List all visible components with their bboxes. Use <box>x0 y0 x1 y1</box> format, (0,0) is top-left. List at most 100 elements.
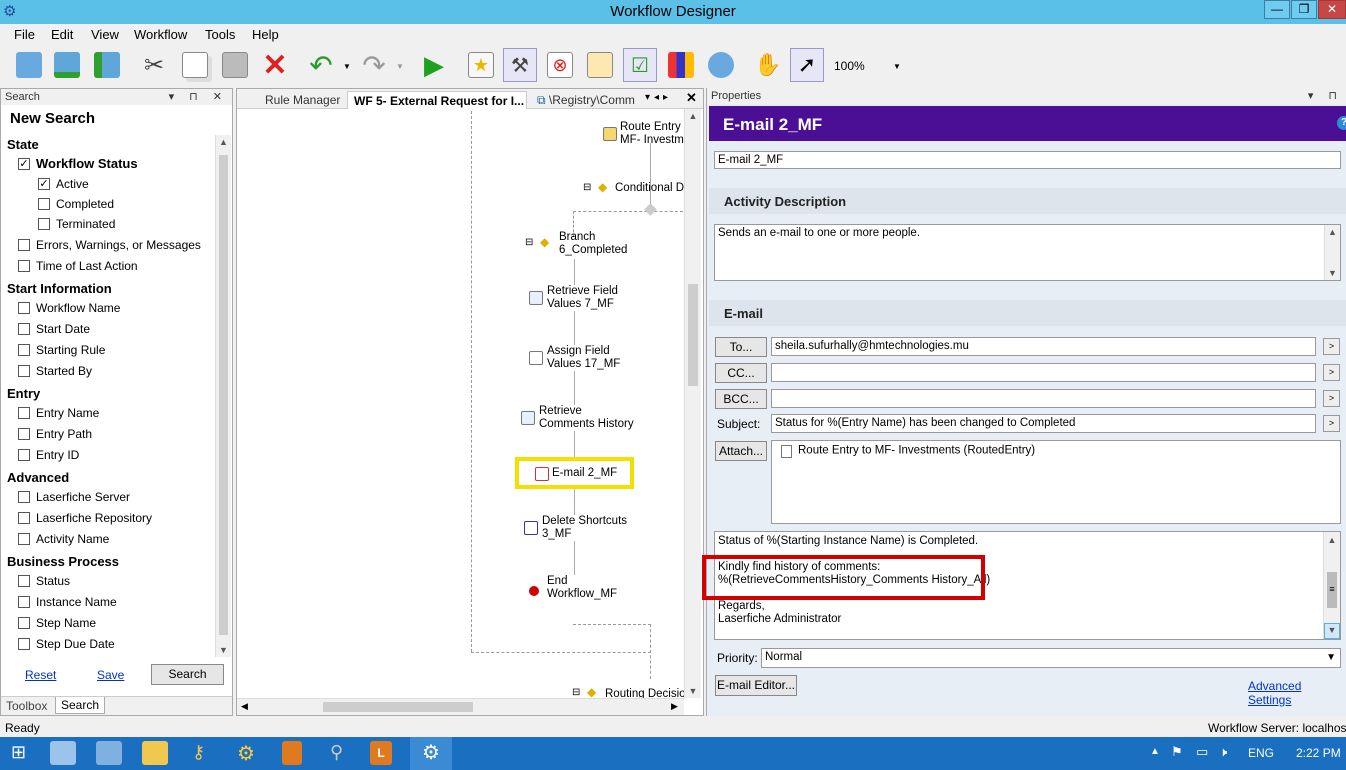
step-due-date-checkbox[interactable] <box>18 638 30 650</box>
chart-button[interactable] <box>664 48 698 82</box>
tab-wf5[interactable]: WF 5- External Request for I... <box>347 91 527 109</box>
menu-file[interactable]: File <box>14 27 35 42</box>
entry-path-checkbox[interactable] <box>18 428 30 440</box>
publish-button[interactable] <box>90 48 124 82</box>
email-editor-button[interactable]: E-mail Editor... <box>715 675 797 696</box>
new-workflow-button[interactable] <box>12 48 46 82</box>
tab-rule-manager[interactable]: Rule Manager <box>259 91 346 109</box>
activity-branch[interactable]: Branch 6_Completed <box>559 231 627 257</box>
windows-start-icon[interactable]: ⊞ <box>11 742 26 763</box>
redo-button[interactable]: ↷ <box>357 48 391 82</box>
redo-dropdown-icon[interactable]: ▼ <box>396 62 404 71</box>
to-field[interactable]: sheila.sufurhally@hmtechnologies.mu <box>771 337 1316 356</box>
entry-name-checkbox[interactable] <box>18 407 30 419</box>
menu-edit[interactable]: Edit <box>51 27 73 42</box>
attach-button[interactable]: Attach... <box>715 441 767 461</box>
pointer-button[interactable]: ➚ <box>790 48 824 82</box>
cc-expand-button[interactable]: > <box>1323 364 1340 381</box>
remote-desktop-icon[interactable] <box>96 741 122 765</box>
to-button[interactable]: To... <box>715 337 767 357</box>
bcc-button[interactable]: BCC... <box>715 389 767 409</box>
delete-button[interactable]: ✕ <box>258 48 292 82</box>
menu-workflow[interactable]: Workflow <box>134 27 187 42</box>
collapse-icon[interactable]: ⊟ <box>583 182 591 193</box>
step-name-checkbox[interactable] <box>18 617 30 629</box>
flag-icon[interactable]: ⚑ <box>1171 744 1183 760</box>
lf-server-checkbox[interactable] <box>18 491 30 503</box>
start-date-checkbox[interactable] <box>18 323 30 335</box>
undo-button[interactable]: ↶ <box>304 48 338 82</box>
scroll-up-icon[interactable]: ▲ <box>216 137 231 147</box>
scroll-up-icon[interactable]: ▲ <box>1325 227 1340 237</box>
scroll-down-icon[interactable]: ▼ <box>685 686 701 696</box>
body-scrollbar[interactable]: ▲ ≡ ▼ <box>1323 532 1340 639</box>
open-workflow-button[interactable] <box>50 48 84 82</box>
panel-controls[interactable]: ▾ ⊓ <box>1308 88 1343 104</box>
cc-field[interactable] <box>771 363 1316 382</box>
panel-controls[interactable]: ▾ ⊓ ✕ <box>169 89 228 105</box>
starting-rule-checkbox[interactable] <box>18 344 30 356</box>
find-button[interactable]: ★ <box>464 48 498 82</box>
menu-tools[interactable]: Tools <box>205 27 235 42</box>
designer-vscroll[interactable]: ▲ ▼ <box>684 109 701 698</box>
search-icon[interactable]: ⚲ <box>330 742 343 763</box>
entry-id-checkbox[interactable] <box>18 449 30 461</box>
volume-icon[interactable]: 🕨 <box>1219 744 1227 760</box>
collapse-icon[interactable]: ⊟ <box>572 687 580 698</box>
installer-icon[interactable] <box>282 741 302 765</box>
lf-repository-checkbox[interactable] <box>18 512 30 524</box>
minimize-button[interactable]: — <box>1264 0 1290 19</box>
attachments-box[interactable]: Route Entry to MF- Investments (RoutedEn… <box>771 440 1341 524</box>
restore-button[interactable]: ❐ <box>1291 0 1317 19</box>
close-button[interactable]: ✕ <box>1318 0 1346 19</box>
scroll-left-icon[interactable]: ◀ <box>241 701 248 712</box>
server-manager-icon[interactable] <box>50 741 76 765</box>
laserfiche-icon[interactable]: L <box>370 741 392 765</box>
key-icon[interactable]: ⚷ <box>192 742 205 763</box>
zoom-dropdown-icon[interactable]: ▼ <box>893 62 901 71</box>
bcc-expand-button[interactable]: > <box>1323 390 1340 407</box>
run-button[interactable]: ▶ <box>417 48 451 82</box>
save-link[interactable]: Save <box>97 668 124 682</box>
zoom-level[interactable]: 100% <box>834 59 865 73</box>
designer-hscroll[interactable]: ◀ ▶ <box>237 698 684 715</box>
search-tab[interactable]: Search <box>55 697 106 714</box>
cc-button[interactable]: CC... <box>715 363 767 383</box>
activity-end-workflow[interactable]: End Workflow_MF <box>547 575 618 601</box>
activity-retrieve-field-values[interactable]: Retrieve Field Values 7_MF <box>547 285 618 311</box>
advanced-settings-link[interactable]: Advanced Settings <box>1248 679 1346 707</box>
activity-delete-shortcuts[interactable]: Delete Shortcuts 3_MF <box>542 515 628 541</box>
priority-select[interactable]: Normal ▼ <box>761 648 1341 668</box>
tab-registry[interactable]: ⧉ \Registry\Comm <box>531 91 643 109</box>
completed-checkbox[interactable] <box>38 198 50 210</box>
description-scrollbar[interactable]: ▲ ▼ <box>1324 225 1340 280</box>
collapse-icon[interactable]: ⊟ <box>525 237 533 248</box>
activity-retrieve-comments-history[interactable]: Retrieve Comments History <box>539 405 634 431</box>
started-by-checkbox[interactable] <box>18 365 30 377</box>
scroll-up-icon[interactable]: ▲ <box>685 111 701 121</box>
scroll-thumb[interactable]: ≡ <box>1327 572 1337 608</box>
workflow-status-checkbox[interactable]: ✓ <box>18 158 30 170</box>
cut-button[interactable]: ✂ <box>137 48 171 82</box>
undo-dropdown-icon[interactable]: ▼ <box>343 62 351 71</box>
activity-route-entry[interactable]: Route Entry t MF- Investme <box>620 121 690 147</box>
to-expand-button[interactable]: > <box>1323 338 1340 355</box>
scroll-up-icon[interactable]: ▲ <box>1324 534 1340 547</box>
language-indicator[interactable]: ENG <box>1248 746 1274 760</box>
pan-hand-button[interactable]: ✋ <box>751 48 785 82</box>
clock[interactable]: 2:22 PM <box>1296 746 1341 760</box>
scroll-down-icon[interactable]: ▼ <box>216 645 231 655</box>
scroll-down-icon[interactable]: ▼ <box>1325 268 1340 278</box>
tray-expand-icon[interactable]: ▲ <box>1150 746 1160 757</box>
reset-link[interactable]: Reset <box>25 668 56 682</box>
errors-checkbox[interactable] <box>18 239 30 251</box>
subject-expand-button[interactable]: > <box>1323 415 1340 432</box>
scroll-thumb[interactable] <box>219 155 228 635</box>
stop-button[interactable]: ⊗ <box>543 48 577 82</box>
paste-button[interactable] <box>218 48 252 82</box>
description-field[interactable]: Sends an e-mail to one or more people. ▲… <box>714 224 1341 281</box>
outline-button[interactable] <box>583 48 617 82</box>
scroll-thumb[interactable] <box>688 284 698 386</box>
hscroll-thumb[interactable] <box>323 702 473 712</box>
help-icon[interactable]: ? <box>1337 116 1346 130</box>
